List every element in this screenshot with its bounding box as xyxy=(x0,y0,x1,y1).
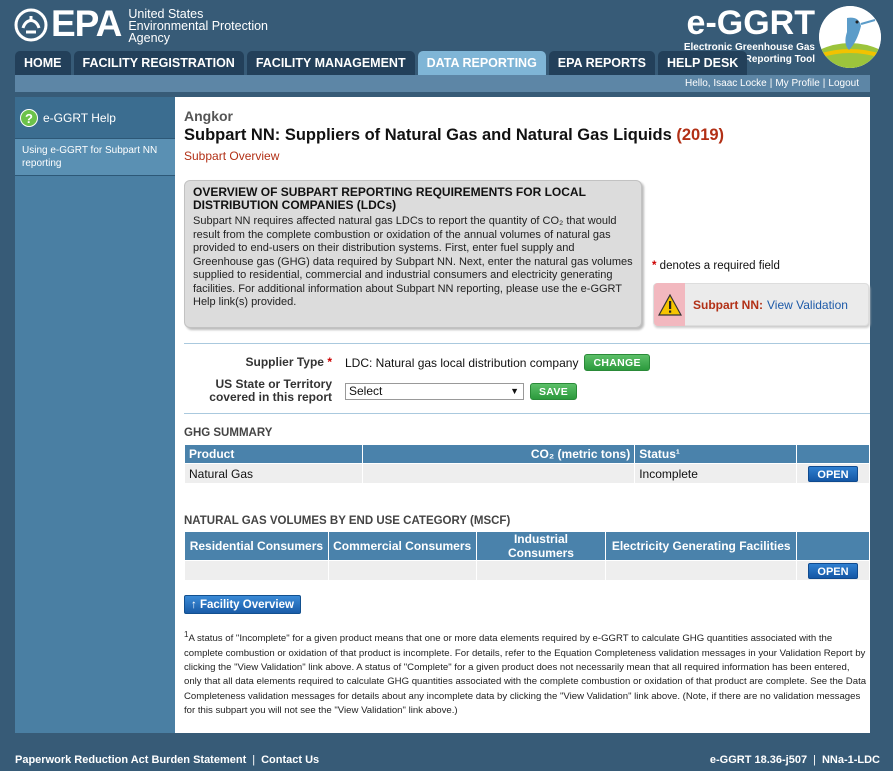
paperwork-link[interactable]: Paperwork Reduction Act Burden Statement xyxy=(15,754,246,766)
user-greeting: Hello, Isaac Locke xyxy=(685,78,767,89)
validation-panel: Subpart NN: View Validation xyxy=(653,283,869,326)
my-profile-link[interactable]: My Profile xyxy=(775,78,819,89)
nav-tab-home[interactable]: HOME xyxy=(15,51,71,75)
subpart-overview-label: Subpart Overview xyxy=(184,149,280,163)
residential-cell xyxy=(184,560,329,581)
epa-logo[interactable]: EPA United States Environmental Protecti… xyxy=(14,3,268,45)
version-label: e-GGRT 18.36-j507 xyxy=(709,754,808,766)
footnote-text: A status of "Incomplete" for a given pro… xyxy=(184,633,867,717)
version-info: e-GGRT 18.36-j507 | NNa-1-LDC xyxy=(710,754,880,766)
industrial-cell xyxy=(475,560,607,581)
help-title: e-GGRT Help xyxy=(43,110,116,125)
help-link-subpart-nn[interactable]: Using e-GGRT for Subpart NN reporting xyxy=(15,139,175,176)
required-text: denotes a required field xyxy=(656,260,780,272)
state-label: US State or Territory covered in this re… xyxy=(209,377,332,404)
site-footer: Paperwork Reduction Act Burden Statement… xyxy=(0,748,893,771)
help-header: ? e-GGRT Help xyxy=(15,97,175,139)
supplier-type-label: Supplier Type * xyxy=(184,356,332,369)
main-nav: HOME FACILITY REGISTRATION FACILITY MANA… xyxy=(15,51,750,75)
nav-tab-facility-management[interactable]: FACILITY MANAGEMENT xyxy=(246,51,415,75)
column-header-commercial: Commercial Consumers xyxy=(327,531,477,561)
column-header-status: Status¹ xyxy=(634,444,797,464)
footnote: 1A status of "Incomplete" for a given pr… xyxy=(184,628,868,719)
facility-overview-button[interactable]: ↑ Facility Overview xyxy=(184,595,301,614)
column-header-co2: CO₂ (metric tons) xyxy=(361,444,636,464)
commercial-cell xyxy=(327,560,477,581)
user-bar: Hello, Isaac Locke | My Profile | Logout xyxy=(15,75,870,92)
dropdown-arrow-icon: ▼ xyxy=(510,385,519,396)
required-field-note: * denotes a required field xyxy=(652,260,780,272)
nav-tab-help-desk[interactable]: HELP DESK xyxy=(658,51,748,75)
table-row: OPEN xyxy=(184,560,870,581)
epa-wordmark: EPA xyxy=(51,3,122,44)
column-header-residential: Residential Consumers xyxy=(184,531,329,561)
ghg-summary-heading: GHG SUMMARY xyxy=(184,427,273,439)
column-header-action xyxy=(796,444,870,464)
agency-line-3: Agency xyxy=(128,31,171,45)
action-cell: OPEN xyxy=(796,463,870,484)
epa-flower-icon xyxy=(14,8,48,42)
table-header-row: Residential Consumers Commercial Consume… xyxy=(184,531,870,561)
required-star: * xyxy=(327,355,332,369)
electricity-cell xyxy=(605,560,798,581)
product-cell: Natural Gas xyxy=(184,463,363,484)
co2-cell xyxy=(361,463,636,484)
table-row: Natural Gas Incomplete OPEN xyxy=(184,463,870,484)
page-title: Subpart NN: Suppliers of Natural Gas and… xyxy=(184,126,870,145)
supplier-type-row: Supplier Type * LDC: Natural gas local d… xyxy=(184,354,650,371)
separator: | xyxy=(813,754,816,766)
site-header: EPA United States Environmental Protecti… xyxy=(0,0,893,75)
eggrt-wordmark: e-GGRT xyxy=(686,4,815,42)
action-cell: OPEN xyxy=(796,560,870,581)
facility-overview-label: Facility Overview xyxy=(199,599,294,611)
nav-tab-facility-registration[interactable]: FACILITY REGISTRATION xyxy=(73,51,244,75)
change-button[interactable]: CHANGE xyxy=(584,354,650,371)
state-select[interactable]: Select ▼ xyxy=(345,382,524,400)
contact-us-link[interactable]: Contact Us xyxy=(261,754,319,766)
nav-tab-data-reporting[interactable]: DATA REPORTING xyxy=(417,51,546,75)
help-sidebar: ? e-GGRT Help Using e-GGRT for Subpart N… xyxy=(15,97,175,733)
open-button[interactable]: OPEN xyxy=(808,562,858,579)
overview-text: Subpart NN requires affected natural gas… xyxy=(193,215,633,308)
volumes-table: Residential Consumers Commercial Consume… xyxy=(184,531,870,581)
open-button[interactable]: OPEN xyxy=(808,465,858,482)
up-arrow-icon: ↑ xyxy=(191,599,197,611)
help-question-icon: ? xyxy=(20,108,38,127)
main-content: Angkor Subpart NN: Suppliers of Natural … xyxy=(175,97,870,733)
warning-icon xyxy=(654,283,685,326)
footer-links: Paperwork Reduction Act Burden Statement… xyxy=(15,754,319,766)
validation-label: Subpart NN: xyxy=(693,297,763,312)
overview-heading: OVERVIEW OF SUBPART REPORTING REQUIREMEN… xyxy=(193,185,586,212)
subpart-title: Subpart NN: Suppliers of Natural Gas and… xyxy=(184,126,672,144)
nav-tab-epa-reports[interactable]: EPA REPORTS xyxy=(548,51,656,75)
state-selected-value: Select xyxy=(349,383,383,398)
logout-link[interactable]: Logout xyxy=(828,78,859,89)
ghg-summary-table: Product CO₂ (metric tons) Status¹ Natura… xyxy=(184,444,870,484)
supplier-type-label-text: Supplier Type xyxy=(245,355,324,369)
overview-panel: OVERVIEW OF SUBPART REPORTING REQUIREMEN… xyxy=(184,180,642,328)
table-header-row: Product CO₂ (metric tons) Status¹ xyxy=(184,444,870,464)
facility-name: Angkor xyxy=(184,108,233,124)
heron-icon xyxy=(819,6,881,68)
agency-name: United States Environmental Protection A… xyxy=(128,6,268,45)
column-header-action xyxy=(796,531,870,561)
divider xyxy=(184,413,870,414)
supplier-type-value: LDC: Natural gas local distribution comp… xyxy=(345,355,579,370)
state-row: US State or Territory covered in this re… xyxy=(184,377,578,404)
view-validation-link[interactable]: View Validation xyxy=(767,298,848,312)
volumes-heading: NATURAL GAS VOLUMES BY END USE CATEGORY … xyxy=(184,515,511,527)
column-header-product: Product xyxy=(184,444,363,464)
divider xyxy=(184,343,870,344)
status-cell: Incomplete xyxy=(634,463,797,484)
save-button[interactable]: SAVE xyxy=(530,382,578,400)
column-header-industrial: Industrial Consumers xyxy=(475,531,607,561)
separator: | xyxy=(252,754,256,766)
screen-id: NNa-1-LDC xyxy=(821,754,880,766)
reporting-year: (2019) xyxy=(676,126,725,144)
column-header-electricity: Electricity Generating Facilities xyxy=(605,531,798,561)
